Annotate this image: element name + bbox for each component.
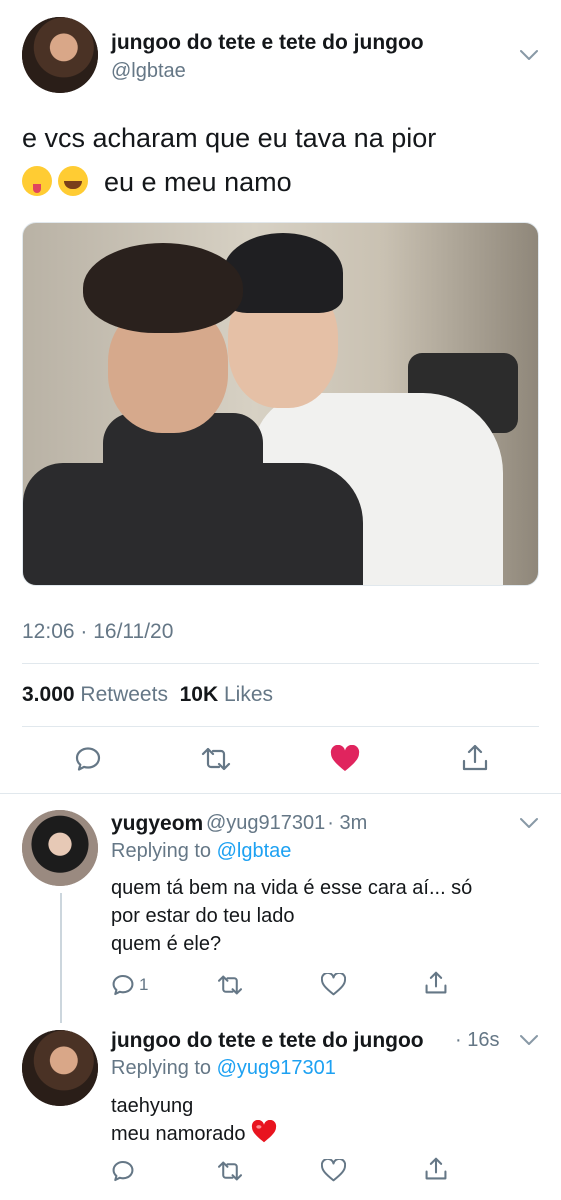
reply-text-line: quem é ele?	[111, 933, 222, 955]
share-button[interactable]	[424, 970, 448, 996]
like-button[interactable]	[330, 745, 360, 773]
replying-to-link[interactable]: @yug917301	[217, 1057, 336, 1079]
replying-to: Replying to @lgbtae	[111, 840, 291, 863]
share-icon	[425, 971, 447, 994]
like-button[interactable]	[321, 1159, 346, 1182]
reply-button[interactable]	[74, 745, 102, 773]
reply-avatar-jungoo[interactable]	[22, 1030, 98, 1106]
reply-text-line: taehyung	[111, 1095, 194, 1117]
chevron-down-icon[interactable]	[520, 817, 538, 829]
tweet-text-line-2: eu e meu namo	[22, 160, 292, 204]
reply-text-line-with-emoji: meu namorado	[111, 1120, 277, 1148]
share-icon	[425, 1157, 447, 1180]
likes-label[interactable]: Likes	[224, 683, 273, 706]
author-avatar[interactable]	[22, 17, 98, 93]
share-button[interactable]	[461, 743, 489, 773]
reply-icon	[112, 1160, 134, 1182]
reply-author-name[interactable]: yugyeom	[111, 812, 203, 836]
reply-text: quem tá bem na vida é esse cara aí... só…	[111, 874, 472, 958]
reply-time: · 16s	[455, 1029, 500, 1051]
avatar-image	[22, 1030, 98, 1106]
reply-button[interactable]: 1	[111, 973, 148, 997]
retweet-icon	[217, 1161, 243, 1181]
reply-author-name[interactable]: jungoo do tete e tete do jungoo	[111, 1029, 424, 1053]
tweet-stats: 3.000 Retweets 10K Likes	[22, 683, 273, 707]
retweet-icon	[201, 747, 231, 771]
squinting-face-with-tongue-icon	[22, 166, 52, 196]
heart-outline-icon	[321, 973, 346, 996]
retweet-button[interactable]	[216, 974, 244, 996]
red-heart-icon	[251, 1120, 277, 1143]
photo-person-left-hair	[83, 243, 243, 333]
reply-text-line: por estar do teu lado	[111, 905, 295, 927]
replying-prefix: Replying to	[111, 840, 212, 862]
avatar-image	[22, 17, 98, 93]
rolling-on-the-floor-laughing-icon	[58, 166, 88, 196]
reply-avatar-yugyeom[interactable]	[22, 810, 98, 886]
reply-count: 1	[139, 975, 149, 994]
heart-filled-icon	[330, 745, 360, 771]
reply-text-line: meu namorado	[111, 1123, 246, 1145]
chevron-down-icon[interactable]	[520, 49, 538, 61]
reply-icon	[112, 974, 134, 996]
like-button[interactable]	[321, 973, 346, 996]
tweet-text-line-1: e vcs acharam que eu tava na pior	[22, 116, 436, 160]
reply-text: taehyung meu namorado	[111, 1092, 277, 1148]
reply-author-handle: @yug917301 · 3m	[206, 812, 367, 835]
tweet-timestamp[interactable]: 12:06 · 16/11/20	[22, 620, 173, 644]
thread-connector	[60, 893, 62, 1023]
retweet-icon	[217, 975, 243, 995]
section-divider	[0, 793, 561, 794]
share-button[interactable]	[424, 1156, 448, 1182]
avatar-image	[22, 810, 98, 886]
reply-button[interactable]	[111, 1159, 135, 1183]
divider	[22, 663, 539, 664]
tweet-text-2: eu e meu namo	[104, 167, 292, 197]
replying-to: Replying to @yug917301	[111, 1057, 336, 1080]
divider	[22, 726, 539, 727]
reply-time: · 3m	[327, 812, 368, 834]
retweet-button[interactable]	[216, 1160, 244, 1182]
tweet-photo[interactable]	[22, 222, 539, 586]
retweets-count[interactable]: 3.000	[22, 683, 75, 706]
share-icon	[462, 744, 488, 771]
chevron-down-icon[interactable]	[520, 1034, 538, 1046]
replying-prefix: Replying to	[111, 1057, 212, 1079]
reply-text-line: quem tá bem na vida é esse cara aí... só	[111, 877, 473, 899]
heart-outline-icon	[321, 1159, 346, 1182]
reply-icon	[75, 747, 101, 771]
replying-to-link[interactable]: @lgbtae	[217, 840, 292, 862]
retweets-label[interactable]: Retweets	[80, 683, 168, 706]
author-name[interactable]: jungoo do tete e tete do jungoo	[111, 31, 424, 55]
retweet-button[interactable]	[200, 746, 232, 772]
tweet-text: e vcs acharam que eu tava na pior	[22, 123, 437, 153]
reply-handle[interactable]: @yug917301	[206, 812, 325, 834]
likes-count[interactable]: 10K	[180, 683, 219, 706]
author-handle[interactable]: @lgbtae	[111, 60, 186, 83]
